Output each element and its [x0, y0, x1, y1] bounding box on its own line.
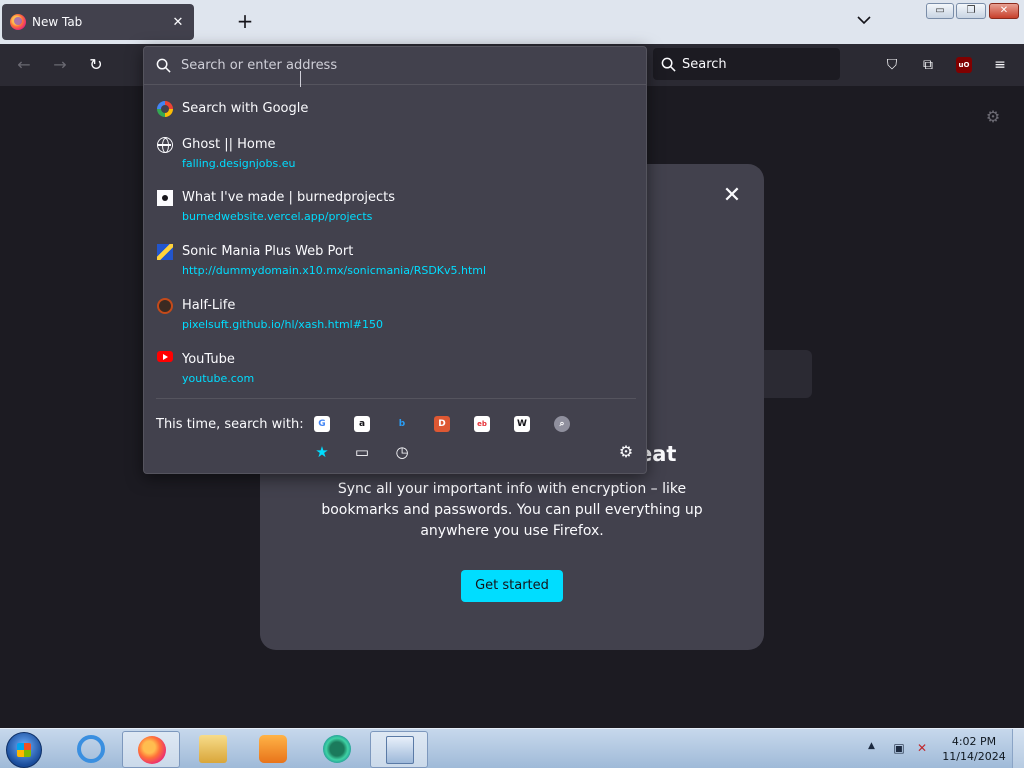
google-icon	[157, 101, 173, 117]
taskbar-app-browser[interactable]	[308, 731, 366, 768]
result-url: falling.designjobs.eu	[182, 157, 296, 170]
urlbar[interactable]	[144, 47, 646, 85]
promo-close-icon[interactable]: ✕	[720, 184, 744, 208]
tab-new-tab[interactable]: New Tab ✕	[2, 4, 194, 40]
result-title: Half-Life	[182, 298, 236, 313]
result-url: youtube.com	[182, 372, 255, 385]
search-bar-label: Search	[682, 56, 727, 72]
volume-muted-icon[interactable]: ✕	[914, 740, 930, 756]
result-title: Sonic Mania Plus Web Port	[182, 244, 354, 259]
result-row[interactable]: Half-Life pixelsuft.github.io/hl/xash.ht…	[144, 294, 646, 338]
search-with-label: This time, search with:	[156, 417, 304, 432]
taskbar-app-firefox[interactable]	[122, 731, 180, 768]
search-settings-gear-icon[interactable]: ⚙	[617, 443, 635, 461]
minimize-button[interactable]: ▭	[926, 3, 954, 19]
site-favicon-icon	[157, 190, 173, 206]
result-row[interactable]: Ghost || Home falling.designjobs.eu	[144, 133, 646, 177]
other-engine-icon[interactable]: ⌕	[554, 416, 570, 432]
firefox-icon	[138, 736, 166, 764]
close-window-button[interactable]: ✕	[989, 3, 1019, 19]
taskbar-app-media-player[interactable]	[244, 731, 302, 768]
folder-icon	[199, 735, 227, 763]
promo-body: Sync all your important info with encryp…	[321, 481, 703, 539]
amazon-engine-icon[interactable]: a	[354, 416, 370, 432]
wikipedia-engine-icon[interactable]: W	[514, 416, 530, 432]
result-url: http://dummydomain.x10.mx/sonicmania/RSD…	[182, 264, 487, 277]
result-title: Ghost || Home	[182, 137, 276, 152]
back-button[interactable]: ←	[13, 54, 35, 76]
result-row[interactable]: Search with Google	[144, 97, 646, 121]
forward-button[interactable]: →	[49, 54, 71, 76]
reload-button[interactable]: ↻	[85, 54, 107, 76]
chevron-down-icon	[857, 16, 871, 25]
result-row[interactable]: YouTube youtube.com	[144, 348, 646, 392]
duckduckgo-engine-icon[interactable]: D	[434, 416, 450, 432]
globe-icon	[157, 137, 173, 153]
sonic-favicon-icon	[157, 244, 173, 260]
youtube-icon	[157, 351, 173, 362]
result-row[interactable]: Sonic Mania Plus Web Port http://dummydo…	[144, 240, 646, 284]
firefox-icon	[10, 14, 26, 30]
clock-time: 4:02 PM	[951, 735, 997, 748]
control-panel-icon	[386, 736, 414, 764]
taskbar: ▲ ▣ ✕ 4:02 PM 11/14/2024	[0, 728, 1024, 768]
start-button[interactable]	[6, 732, 42, 768]
urlbar-dropdown: Search with Google Ghost || Home falling…	[143, 46, 647, 474]
tab-title: New Tab	[32, 15, 83, 29]
result-url: pixelsuft.github.io/hl/xash.html#150	[182, 318, 383, 331]
browser-app-icon	[323, 735, 351, 763]
list-all-tabs-button[interactable]	[855, 12, 873, 30]
google-engine-icon[interactable]: G	[314, 416, 330, 432]
restore-button[interactable]: ❐	[956, 3, 986, 19]
halflife-favicon-icon	[157, 298, 173, 314]
show-desktop-button[interactable]	[1012, 729, 1024, 768]
internet-explorer-icon	[77, 735, 105, 763]
ebay-engine-icon[interactable]: eb	[474, 416, 490, 432]
clock[interactable]: 4:02 PM 11/14/2024	[938, 734, 1010, 764]
urlbar-input[interactable]	[181, 58, 581, 73]
taskbar-app-internet-explorer[interactable]	[62, 731, 120, 768]
search-bar[interactable]: Search	[653, 48, 840, 80]
tab-strip: New Tab ✕ + ▭ ❐ ✕	[0, 0, 1024, 44]
ublock-icon[interactable]: uO	[956, 57, 972, 73]
pocket-icon[interactable]: ⛉	[881, 54, 903, 76]
search-icon	[156, 58, 171, 73]
tab-close-icon[interactable]: ✕	[170, 15, 186, 30]
result-title: Search with Google	[182, 101, 309, 116]
result-url: burnedwebsite.vercel.app/projects	[182, 210, 373, 223]
new-tab-button[interactable]: +	[234, 10, 256, 32]
text-cursor	[300, 71, 301, 87]
media-player-icon	[259, 735, 287, 763]
search-icon	[661, 57, 676, 72]
result-row[interactable]: What I've made | burnedprojects burnedwe…	[144, 186, 646, 230]
bookmarks-star-icon[interactable]: ★	[313, 443, 331, 461]
tabs-icon[interactable]: ▭	[353, 443, 371, 461]
history-clock-icon[interactable]: ◷	[393, 443, 411, 461]
show-hidden-icons-button[interactable]: ▲	[868, 741, 875, 751]
clock-date: 11/14/2024	[942, 750, 1006, 763]
result-title: YouTube	[182, 352, 235, 367]
menu-icon[interactable]: ≡	[989, 54, 1011, 76]
network-icon[interactable]: ▣	[891, 740, 907, 756]
taskbar-app-control-panel[interactable]	[370, 731, 428, 768]
page-settings-gear-icon[interactable]: ⚙	[984, 108, 1002, 126]
get-started-button[interactable]: Get started	[461, 570, 563, 602]
divider	[156, 398, 636, 399]
taskbar-app-file-explorer[interactable]	[184, 731, 242, 768]
bing-engine-icon[interactable]: b	[394, 416, 410, 432]
extensions-icon[interactable]: ⧉	[917, 54, 939, 76]
result-title: What I've made | burnedprojects	[182, 190, 396, 205]
